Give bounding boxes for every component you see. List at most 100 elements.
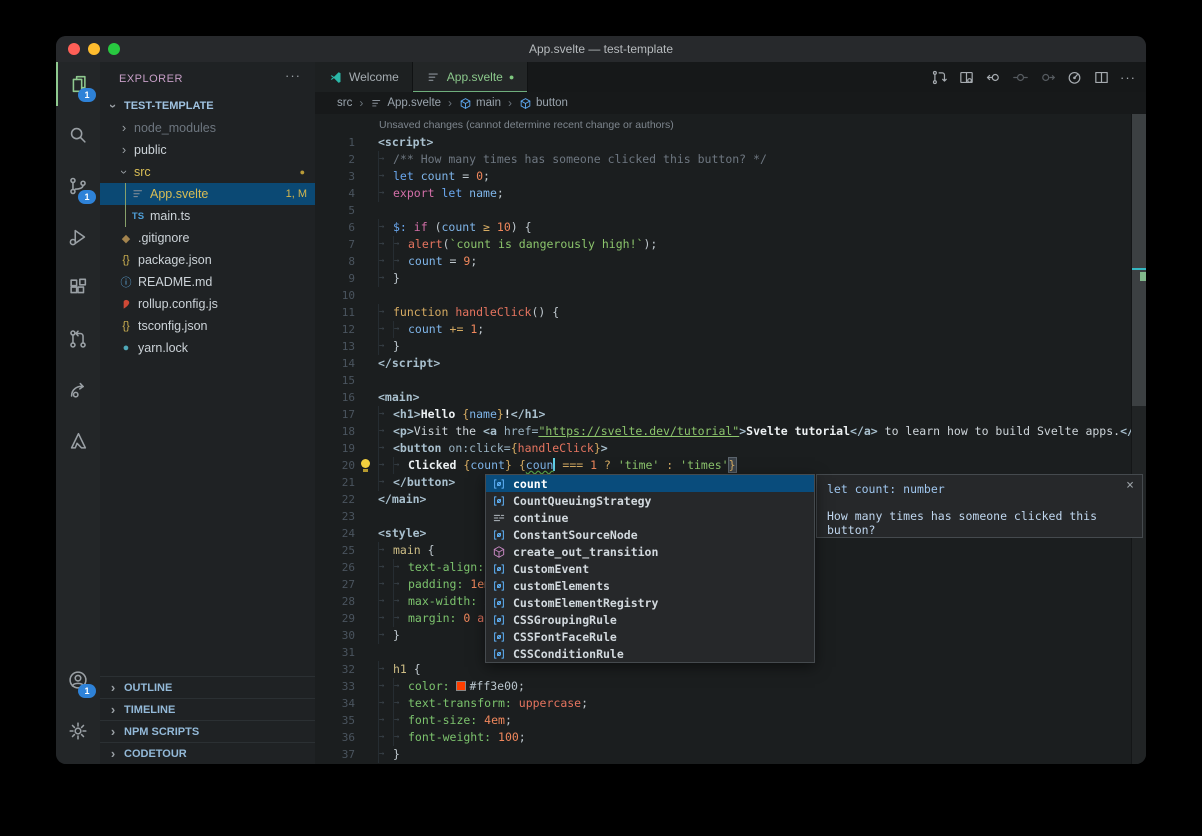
code-line-32[interactable]: 32→h1 {	[315, 661, 1146, 678]
code-line-6[interactable]: 6→$: if (count ≥ 10) {	[315, 219, 1146, 236]
tree-item-readme-md[interactable]: ⓘREADME.md	[100, 271, 315, 293]
code-line-16[interactable]: 16<main>	[315, 389, 1146, 406]
suggestion-customevent[interactable]: CustomEvent	[486, 560, 814, 577]
activity-accounts[interactable]: 1	[56, 658, 100, 702]
minimize-button[interactable]	[88, 43, 100, 55]
modified-dot-icon[interactable]: ●	[509, 72, 514, 82]
section-outline[interactable]: ›OUTLINE	[100, 676, 315, 698]
open-preview-icon[interactable]	[958, 69, 975, 86]
activity-azure[interactable]	[56, 419, 100, 463]
activity-settings[interactable]	[56, 709, 100, 753]
activity-explorer[interactable]: 1	[56, 62, 100, 106]
tab-app-svelte[interactable]: App.svelte●	[413, 62, 528, 92]
suggestion-create-out-transition[interactable]: create_out_transition	[486, 543, 814, 560]
breadcrumb-main[interactable]: main	[459, 97, 501, 110]
chevron-right-icon: ›	[118, 144, 130, 156]
azure-icon	[67, 430, 89, 452]
activity-search[interactable]	[56, 113, 100, 157]
code-line-14[interactable]: 14</script>	[315, 355, 1146, 372]
suggestion-continue[interactable]: continue	[486, 509, 814, 526]
line-number: 26	[315, 559, 355, 576]
navigate-back-icon[interactable]	[985, 69, 1002, 86]
code-line-3[interactable]: 3→let count = 0;	[315, 168, 1146, 185]
tree-item-tsconfig-json[interactable]: {}tsconfig.json	[100, 315, 315, 337]
indent-guide: →	[378, 559, 393, 576]
tree-item-rollup-config-js[interactable]: rollup.config.js	[100, 293, 315, 315]
tab-welcome[interactable]: Welcome	[315, 62, 413, 92]
breadcrumb-button[interactable]: button	[519, 97, 568, 110]
code-editor[interactable]: Unsaved changes (cannot determine recent…	[315, 114, 1146, 764]
suggestion-countqueuingstrategy[interactable]: CountQueuingStrategy	[486, 492, 814, 509]
split-editor-icon[interactable]	[1093, 69, 1110, 86]
code-line-2[interactable]: 2→/** How many times has someone clicked…	[315, 151, 1146, 168]
suggestion-cssfontfacerule[interactable]: CSSFontFaceRule	[486, 628, 814, 645]
close-icon[interactable]: ×	[1126, 478, 1134, 493]
code-line-4[interactable]: 4→export let name;	[315, 185, 1146, 202]
code-line-36[interactable]: 36→→font-weight: 100;	[315, 729, 1146, 746]
tree-item-yarn-lock[interactable]: ●yarn.lock	[100, 337, 315, 359]
code-line-18[interactable]: 18→<p>Visit the <a href="https://svelte.…	[315, 423, 1146, 440]
tree-item-package-json[interactable]: {}package.json	[100, 249, 315, 271]
next-change-icon[interactable]	[1039, 69, 1056, 86]
lightbulb-icon[interactable]	[360, 459, 371, 472]
compare-changes-icon[interactable]	[931, 69, 948, 86]
code-line-15[interactable]: 15	[315, 372, 1146, 389]
suggestion-customelementregistry[interactable]: CustomElementRegistry	[486, 594, 814, 611]
code-line-10[interactable]: 10	[315, 287, 1146, 304]
suggestion-constantsourcenode[interactable]: ConstantSourceNode	[486, 526, 814, 543]
code-line-5[interactable]: 5	[315, 202, 1146, 219]
code-line-37[interactable]: 37→}	[315, 746, 1146, 763]
code-line-20[interactable]: 20→→Clicked {count} {coun === 1 ? 'time'…	[315, 457, 1146, 474]
suggestion-cssgroupingrule[interactable]: CSSGroupingRule	[486, 611, 814, 628]
line-number: 21	[315, 474, 355, 491]
activity-live-share[interactable]	[56, 368, 100, 412]
section-npm-scripts[interactable]: ›NPM SCRIPTS	[100, 720, 315, 742]
code-line-13[interactable]: 13→}	[315, 338, 1146, 355]
section-label: TIMELINE	[124, 704, 175, 716]
zoom-button[interactable]	[108, 43, 120, 55]
code-line-12[interactable]: 12→→count += 1;	[315, 321, 1146, 338]
close-button[interactable]	[68, 43, 80, 55]
line-number: 29	[315, 610, 355, 627]
code-line-1[interactable]: 1<script>	[315, 134, 1146, 151]
project-root-row[interactable]: › TEST-TEMPLATE	[100, 95, 315, 117]
activity-source-control[interactable]: 1	[56, 164, 100, 208]
scrollbar[interactable]	[1131, 114, 1146, 764]
codelens-annotation[interactable]: Unsaved changes (cannot determine recent…	[379, 117, 1146, 134]
tree-item-label: main.ts	[150, 209, 190, 223]
tree-item-app-svelte[interactable]: App.svelte1, M	[100, 183, 315, 205]
tree-item-node-modules[interactable]: ›node_modules	[100, 117, 315, 139]
suggestion-customelements[interactable]: customElements	[486, 577, 814, 594]
section-codetour[interactable]: ›CODETOUR	[100, 742, 315, 764]
tree-item-gitignore[interactable]: ◆.gitignore	[100, 227, 315, 249]
breadcrumb-src[interactable]: src	[337, 97, 352, 109]
code-line-33[interactable]: 33→→color: #ff3e00;	[315, 678, 1146, 695]
more-actions-icon[interactable]: ···	[1120, 70, 1136, 85]
suggestion-label: customElements	[513, 579, 610, 593]
code-line-11[interactable]: 11→function handleClick() {	[315, 304, 1146, 321]
suggestion-cssconditionrule[interactable]: CSSConditionRule	[486, 645, 814, 662]
activity-run-debug[interactable]	[56, 215, 100, 259]
sidebar-more-actions[interactable]: ···	[285, 68, 301, 83]
activity-github-pull-requests[interactable]	[56, 317, 100, 361]
previous-change-icon[interactable]	[1012, 69, 1029, 86]
code-line-19[interactable]: 19→<button on:click={handleClick}>	[315, 440, 1146, 457]
suggestion-count[interactable]: count	[486, 475, 814, 492]
activity-extensions[interactable]	[56, 266, 100, 310]
breadcrumb: src›App.svelte›main›button	[315, 92, 1146, 114]
codetour-record-icon[interactable]	[1066, 69, 1083, 86]
breadcrumb-app-svelte[interactable]: App.svelte	[370, 97, 441, 110]
scrollbar-slider[interactable]	[1132, 114, 1146, 406]
code-line-34[interactable]: 34→→text-transform: uppercase;	[315, 695, 1146, 712]
indent-guide: →	[393, 678, 408, 695]
code-line-9[interactable]: 9→}	[315, 270, 1146, 287]
code-line-17[interactable]: 17→<h1>Hello {name}!</h1>	[315, 406, 1146, 423]
tree-item-src[interactable]: ›src●	[100, 161, 315, 183]
breadcrumb-label: App.svelte	[387, 97, 441, 109]
section-timeline[interactable]: ›TIMELINE	[100, 698, 315, 720]
code-line-8[interactable]: 8→→count = 9;	[315, 253, 1146, 270]
code-line-35[interactable]: 35→→font-size: 4em;	[315, 712, 1146, 729]
tree-item-main-ts[interactable]: TSmain.ts	[100, 205, 315, 227]
tree-item-public[interactable]: ›public	[100, 139, 315, 161]
code-line-7[interactable]: 7→→alert(`count is dangerously high!`);	[315, 236, 1146, 253]
